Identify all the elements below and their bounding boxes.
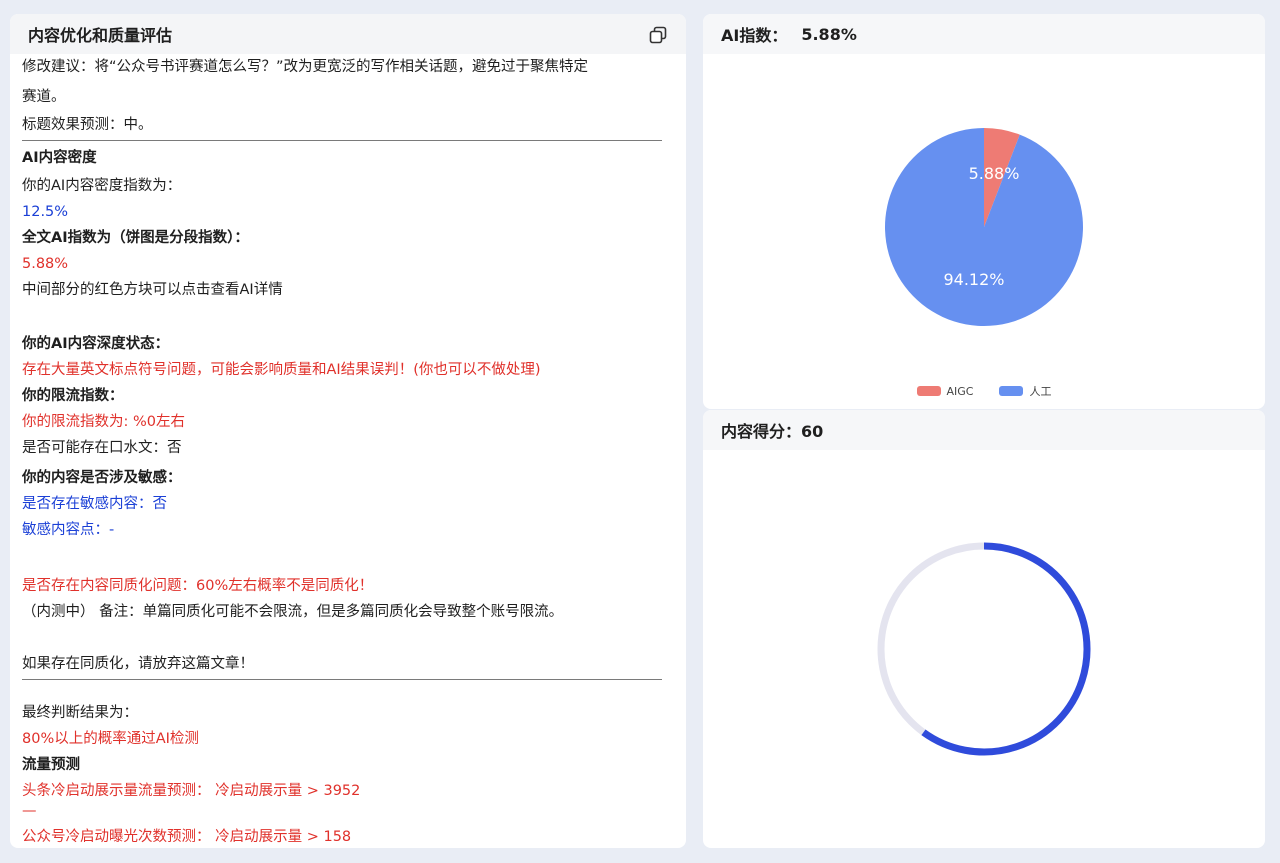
filler-text-check: 是否可能存在口水文：否 (22, 440, 182, 456)
traffic-heading: 流量预测 (22, 757, 80, 773)
homogeneity-question: 是否存在内容同质化问题：60%左右概率不是同质化！ (22, 578, 374, 594)
content-score-title: 内容得分：60 (721, 422, 824, 441)
homogeneity-note: （内测中） 备注：单篇同质化可能不会限流，但是多篇同质化会导致整个账号限流。 (22, 604, 564, 620)
suggestion-line-1: 修改建议：将“公众号书评赛道怎么写？”改为更宽泛的写作相关话题，避免过于聚焦特定 (22, 59, 589, 75)
pie-legend: AIGC 人工 (703, 383, 1265, 399)
ai-pie-chart: 5.88% 94.12% AIGC 人工 (703, 54, 1265, 409)
panel-header: 内容优化和质量评估 (10, 14, 686, 54)
homogeneity-advice: 如果存在同质化，请放弃这篇文章！ (22, 656, 254, 672)
ai-density-label: 你的AI内容密度指数为： (22, 178, 182, 194)
wechat-prediction: 公众号冷启动曝光次数预测： 冷启动展示量 > 158 (22, 829, 352, 845)
score-ring-fill (921, 542, 1091, 756)
ai-index-title: AI指数： (721, 26, 788, 45)
assessment-content: 修改建议：将“公众号书评赛道怎么写？”改为更宽泛的写作相关话题，避免过于聚焦特定… (10, 52, 686, 848)
pie-slice-human[interactable] (885, 128, 1083, 326)
pie-label-aigc: 5.88% (969, 164, 1020, 183)
final-label: 最终判断结果为： (22, 705, 138, 721)
content-score-panel: 内容得分：60 (703, 410, 1265, 848)
pie-svg: 5.88% 94.12% (885, 128, 1083, 326)
score-ring-chart (877, 542, 1091, 756)
pie-label-human: 94.12% (943, 270, 1004, 289)
ai-index-value: 5.88% (801, 24, 857, 44)
ai-density-heading: AI内容密度 (22, 150, 97, 166)
suggestion-line-2: 赛道。 (22, 89, 66, 105)
legend-label-aigc: AIGC (946, 384, 974, 398)
divider (22, 140, 662, 141)
panel-header: 内容得分：60 (703, 410, 1265, 450)
legend-label-human: 人工 (1029, 385, 1052, 398)
quality-assessment-panel: 内容优化和质量评估 修改建议：将“公众号书评赛道怎么写？”改为更宽泛的写作相关话… (10, 14, 686, 848)
click-hint: 中间部分的红色方块可以点击查看AI详情 (22, 282, 283, 298)
legend-swatch-aigc (916, 386, 941, 396)
depth-value: 存在大量英文标点符号问题，可能会影响质量和AI结果误判！(你也可以不做处理) (22, 362, 541, 378)
toutiao-prediction: 头条冷启动展示量流量预测： 冷启动展示量 > 3952 (22, 783, 361, 799)
ai-index-panel: AI指数： 5.88% 5.88% 94.12% AIGC 人工 (703, 14, 1265, 409)
panel-title: 内容优化和质量评估 (28, 26, 173, 45)
sensitive-exists: 是否存在敏感内容：否 (22, 496, 167, 512)
final-value: 80%以上的概率通过AI检测 (22, 731, 199, 747)
ai-density-value: 12.5% (22, 204, 69, 220)
divider (22, 679, 662, 680)
copy-icon[interactable] (648, 25, 668, 45)
limit-heading: 你的限流指数： (22, 388, 124, 404)
depth-heading: 你的AI内容深度状态： (22, 336, 170, 352)
legend-item-human[interactable]: 人工 (999, 383, 1051, 399)
title-effect: 标题效果预测：中。 (22, 117, 153, 133)
sensitive-heading: 你的内容是否涉及敏感： (22, 470, 182, 486)
separator-dash: — (22, 803, 37, 819)
legend-item-aigc[interactable]: AIGC (916, 383, 974, 399)
limit-value: 你的限流指数为: %0左右 (22, 414, 185, 430)
panel-header: AI指数： 5.88% (703, 14, 1265, 54)
sensitive-points: 敏感内容点：- (22, 522, 115, 538)
legend-swatch-human (999, 386, 1024, 396)
full-ai-heading: 全文AI指数为（饼图是分段指数）： (22, 230, 249, 246)
full-ai-value: 5.88% (22, 256, 69, 272)
